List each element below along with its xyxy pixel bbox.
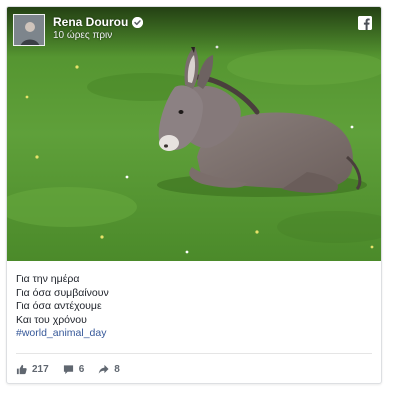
post-line-3: Για όσα αντέχουμε [16, 300, 102, 312]
author-avatar[interactable] [13, 14, 45, 46]
post-divider [16, 353, 372, 354]
post-engagement-bar: 217 6 8 [16, 361, 120, 377]
post-hashtag-link[interactable]: #world_animal_day [16, 327, 372, 341]
post-line-2: Για όσα συμβαίνουν [16, 286, 109, 299]
post-message: Για την ημέρα Για όσα συμβαίνουν Για όσα… [16, 273, 372, 341]
thumbs-up-icon [16, 364, 27, 375]
author-name[interactable]: Rena Dourou [53, 15, 144, 29]
post-timestamp[interactable]: 10 ώρες πριν [53, 30, 112, 41]
facebook-icon[interactable] [358, 16, 372, 30]
shares-count: 8 [114, 363, 120, 375]
comment-bubble-icon [63, 364, 74, 375]
verified-badge-icon [132, 16, 144, 28]
post-line-1: Για την ημέρα [16, 273, 80, 285]
shares-stat[interactable]: 8 [98, 364, 120, 375]
social-post-card: Rena Dourou 10 ώρες πριν Για την ημέρα Γ… [6, 6, 382, 384]
comments-stat[interactable]: 6 [63, 363, 85, 375]
share-arrow-icon [98, 364, 109, 375]
comments-count: 6 [78, 363, 85, 375]
post-line-4: Και του χρόνου [16, 313, 87, 326]
post-header: Rena Dourou 10 ώρες πριν [7, 7, 381, 57]
author-name-text[interactable]: Rena Dourou [53, 15, 128, 29]
likes-count: 217 [32, 363, 49, 375]
likes-stat[interactable]: 217 [16, 364, 49, 375]
